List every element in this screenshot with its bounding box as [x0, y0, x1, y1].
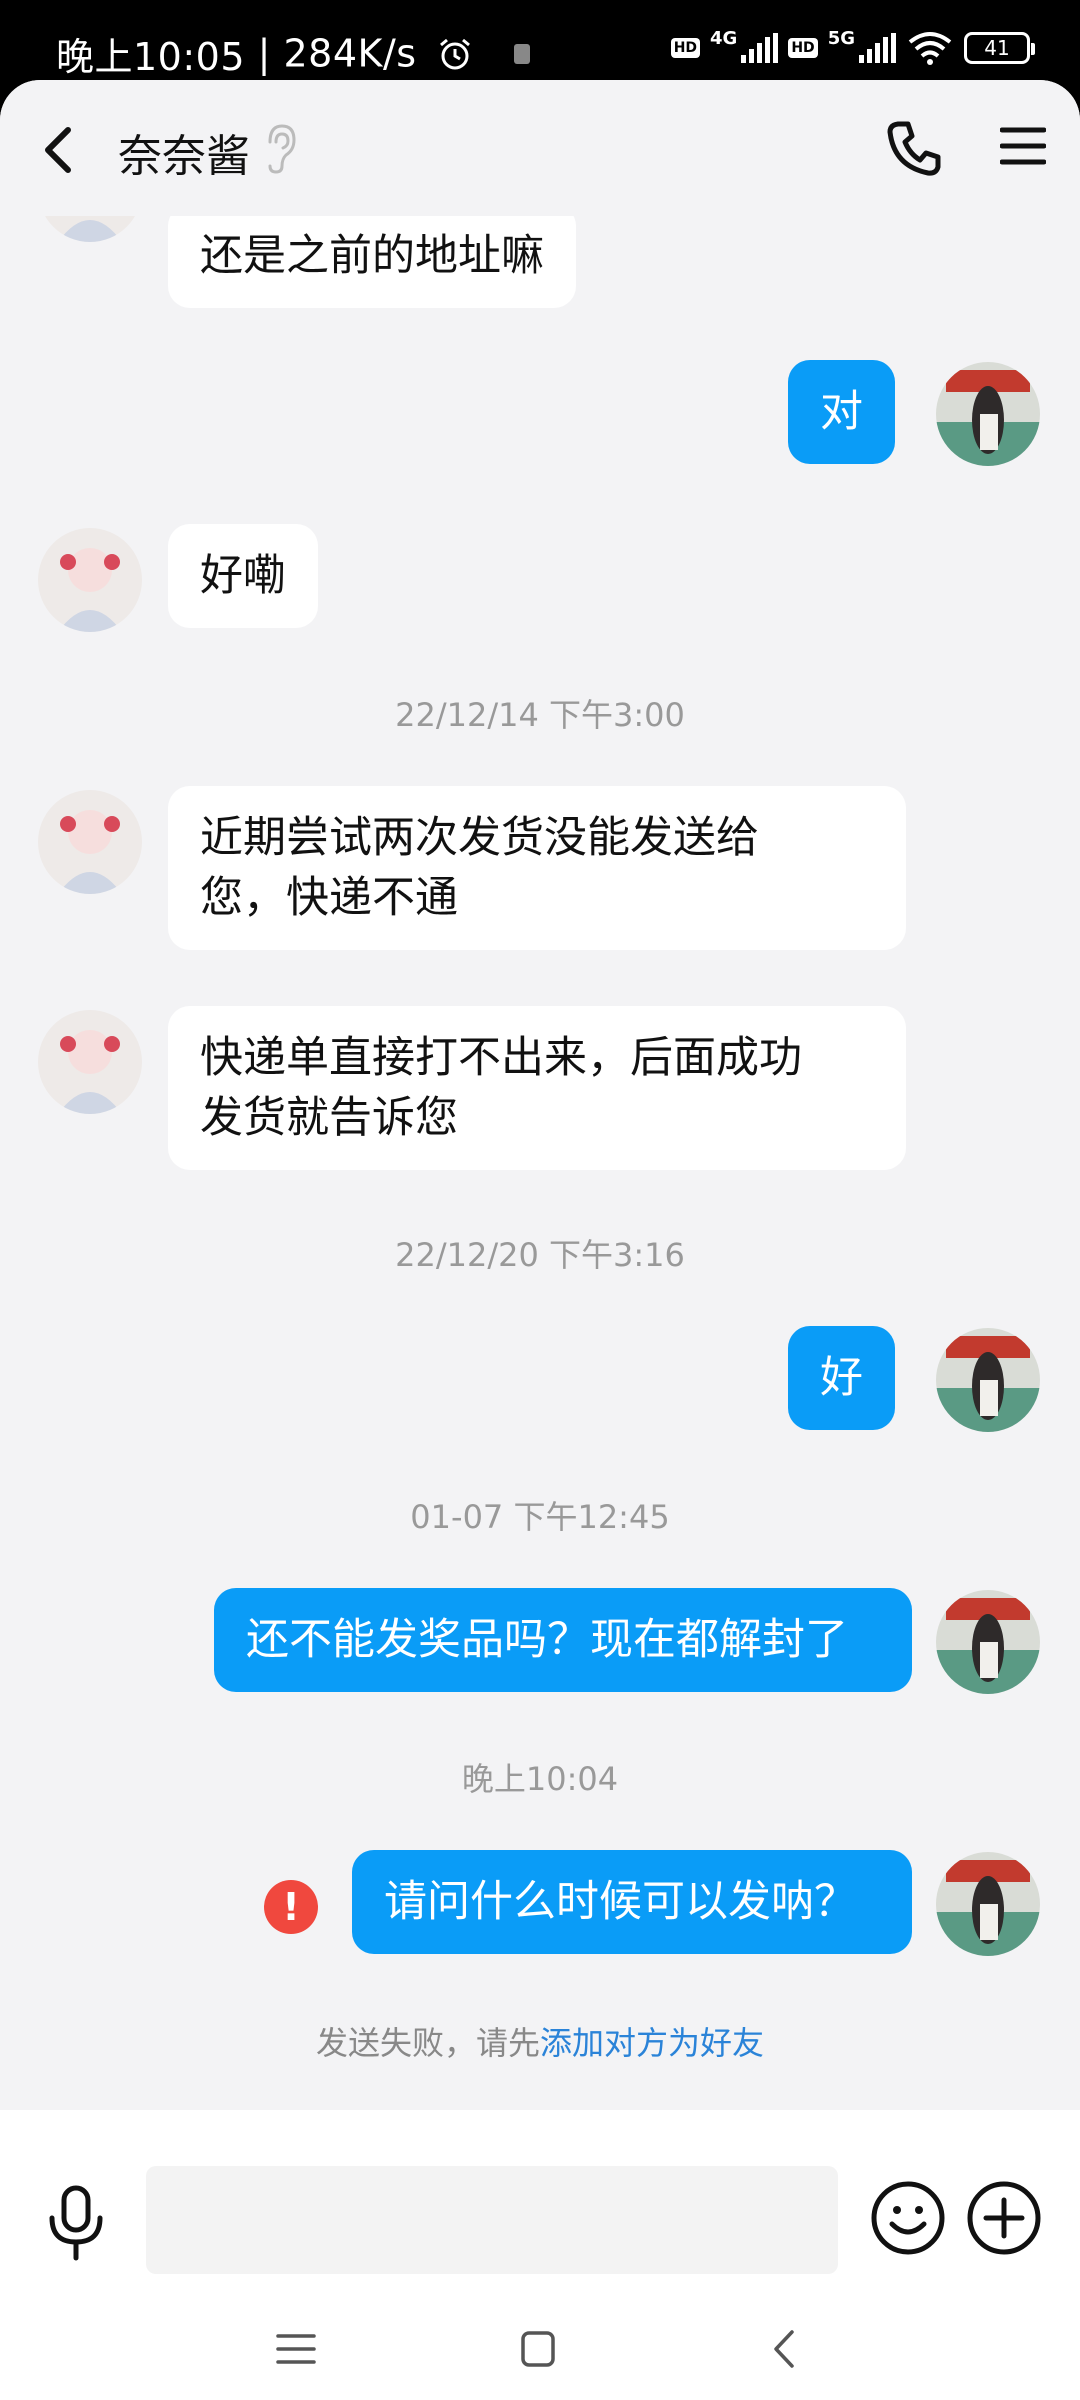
- sim-icon: [513, 43, 530, 64]
- message-text: 请问什么时候可以发呐？: [384, 1877, 857, 1927]
- microphone-icon[interactable]: [44, 2184, 108, 2264]
- signal-bars-icon-2: [859, 32, 896, 63]
- message-bubble-incoming[interactable]: 快递单直接打不出来，后面成功 发货就告诉您: [168, 1006, 906, 1170]
- network-4g: 4G: [710, 28, 738, 49]
- plus-icon[interactable]: [966, 2180, 1042, 2256]
- message-line: 近期尝试两次发货没能发送给: [200, 813, 759, 863]
- battery-level: 41: [984, 35, 1010, 60]
- message-bubble-outgoing[interactable]: 请问什么时候可以发呐？: [352, 1850, 912, 1954]
- message-text: 好: [820, 1353, 863, 1403]
- signal-bars-icon: [741, 32, 779, 63]
- message-bubble-incoming[interactable]: 好嘞: [168, 524, 318, 628]
- message-timestamp: 22/12/14 下午3:00: [395, 696, 685, 734]
- contact-avatar[interactable]: [38, 790, 142, 894]
- contact-avatar[interactable]: [38, 1010, 142, 1114]
- emoji-icon[interactable]: [870, 2180, 946, 2256]
- message-bubble-outgoing[interactable]: 好: [788, 1326, 895, 1430]
- phone-icon[interactable]: [886, 118, 942, 178]
- hd-badge-2: HD: [788, 37, 818, 58]
- message-bubble-outgoing[interactable]: 还不能发奖品吗？现在都解封了: [214, 1588, 912, 1692]
- add-friend-link[interactable]: 添加对方为好友: [540, 2024, 764, 2062]
- chat-header: 奈奈酱: [0, 80, 1080, 216]
- status-bar: 晚上10:05 | 284K/s HD 4G HD 5G 41: [0, 0, 1080, 80]
- message-text: 还不能发奖品吗？现在都解封了: [246, 1615, 848, 1665]
- message-bubble-incoming[interactable]: 近期尝试两次发货没能发送给 您，快递不通: [168, 786, 906, 950]
- my-avatar[interactable]: [936, 1590, 1040, 1694]
- notice-text: 发送失败，请先: [315, 2024, 540, 2062]
- message-line: 快递单直接打不出来，后面成功: [200, 1033, 802, 1083]
- ear-icon[interactable]: [262, 122, 300, 174]
- back-icon[interactable]: [36, 122, 86, 178]
- hd-badge: HD: [670, 37, 701, 58]
- alarm-icon: [440, 38, 471, 69]
- status-left: 晚上10:05 | 284K/s: [56, 26, 530, 81]
- message-text: 还是之前的地址嘛: [200, 231, 544, 281]
- message-timestamp: 01-07 下午12:45: [410, 1498, 670, 1536]
- message-text: 对: [820, 387, 863, 437]
- battery-icon: 41: [964, 31, 1035, 64]
- nav-back-icon[interactable]: [770, 2328, 798, 2370]
- status-speed: 284K/s: [283, 31, 417, 76]
- wifi-icon: [908, 31, 952, 65]
- send-failed-notice: 发送失败，请先添加对方为好友: [0, 2018, 1080, 2064]
- my-avatar[interactable]: [936, 1852, 1040, 1956]
- message-bubble-outgoing[interactable]: 对: [788, 360, 895, 464]
- contact-avatar[interactable]: [38, 528, 142, 632]
- chat-screen: 奈奈酱 还是之前的地址嘛 对 好嘞 22/12/14 下午3:00 近期尝试两次…: [0, 80, 1080, 2400]
- message-line: 您，快递不通: [200, 873, 458, 923]
- status-separator: |: [257, 31, 284, 76]
- menu-icon[interactable]: [1000, 124, 1046, 168]
- nav-home-icon[interactable]: [520, 2330, 556, 2368]
- message-text: 好嘞: [200, 551, 286, 601]
- my-avatar[interactable]: [936, 1328, 1040, 1432]
- message-bubble-incoming[interactable]: 还是之前的地址嘛: [168, 204, 576, 308]
- network-5g: 5G: [827, 28, 855, 49]
- message-timestamp: 晚上10:04: [461, 1760, 619, 1798]
- message-input[interactable]: [146, 2166, 838, 2274]
- contact-name[interactable]: 奈奈酱: [118, 120, 250, 184]
- send-failed-icon[interactable]: !: [264, 1880, 318, 1934]
- nav-menu-icon[interactable]: [276, 2332, 316, 2366]
- message-timestamp: 22/12/20 下午3:16: [395, 1236, 685, 1274]
- status-time: 晚上10:05: [56, 35, 246, 79]
- system-nav-bar: [0, 2290, 1080, 2400]
- my-avatar[interactable]: [936, 362, 1040, 466]
- message-line: 发货就告诉您: [200, 1093, 458, 1143]
- status-right: HD 4G HD 5G 41: [670, 28, 1035, 67]
